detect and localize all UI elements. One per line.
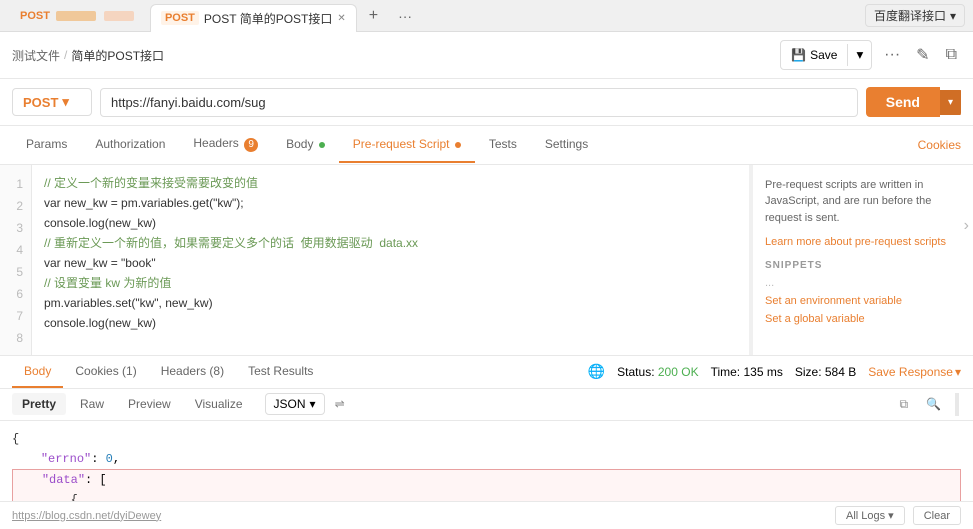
send-dropdown-button[interactable]: ▾ <box>940 90 961 115</box>
format-raw[interactable]: Raw <box>70 393 114 415</box>
method-selector[interactable]: POST ▾ <box>12 88 92 116</box>
tab-title-placeholder <box>56 11 96 21</box>
close-tab-icon[interactable]: ✕ <box>337 13 345 24</box>
cookies-link[interactable]: Cookies <box>918 138 961 152</box>
time-value: 135 ms <box>743 365 782 379</box>
all-logs-button[interactable]: All Logs ▾ <box>835 506 905 525</box>
body-dot <box>319 142 325 148</box>
response-tab-cookies[interactable]: Cookies (1) <box>63 356 148 388</box>
save-button-group: 💾 Save ▾ <box>780 40 872 70</box>
code-line-8: console.log(new_kw) <box>44 313 737 333</box>
response-tab-body[interactable]: Body <box>12 356 63 388</box>
learn-more-link[interactable]: Learn more about pre-request scripts <box>765 236 961 248</box>
new-tab-button[interactable]: + <box>361 7 386 25</box>
code-line-6: // 设置变量 kw 为新的值 <box>44 273 737 293</box>
json-line-2: "errno": 0, <box>12 449 961 469</box>
tab-params[interactable]: Params <box>12 127 81 163</box>
status-label: Status: 200 OK <box>617 365 698 379</box>
snippet-set-global[interactable]: Set a global variable <box>765 313 961 325</box>
size-label: Size: 584 B <box>795 365 856 379</box>
status-value: 200 OK <box>658 365 699 379</box>
save-button[interactable]: 💾 Save <box>781 44 848 66</box>
snippets-overflow-text: ... <box>765 277 961 289</box>
tab-headers[interactable]: Headers 9 <box>179 126 272 164</box>
breadcrumb-separator: / <box>64 48 67 62</box>
json-line-1: { <box>12 429 961 449</box>
response-tab-headers[interactable]: Headers (8) <box>149 356 236 388</box>
url-input[interactable] <box>100 88 858 117</box>
browser-tab-inactive[interactable]: POST <box>8 2 146 30</box>
env-selector[interactable]: 百度翻译接口 ▾ <box>865 4 965 27</box>
tab-title-placeholder2 <box>104 11 134 21</box>
format-pretty[interactable]: Pretty <box>12 393 66 415</box>
globe-icon: 🌐 <box>588 363 605 380</box>
code-line-4: // 重新定义一个新的值，如果需要定义多个的话 使用数据驱动 data.xx <box>44 233 737 253</box>
more-tabs-button[interactable]: ··· <box>390 8 420 24</box>
code-line-3: console.log(new_kw) <box>44 213 737 233</box>
active-tab-method: POST <box>161 11 199 25</box>
breadcrumb: 测试文件 / 简单的POST接口 <box>12 47 164 64</box>
headers-badge: 9 <box>244 138 258 152</box>
method-chevron: ▾ <box>62 94 69 110</box>
side-panel-chevron: › <box>964 217 969 235</box>
save-response-button[interactable]: Save Response ▾ <box>868 365 961 379</box>
env-label: 百度翻译接口 <box>874 7 946 24</box>
time-label: Time: 135 ms <box>711 365 783 379</box>
size-value: 584 B <box>825 365 856 379</box>
json-line-3: "data": [ <box>12 469 961 490</box>
tab-tests[interactable]: Tests <box>475 127 531 163</box>
tab-method-badge: POST <box>20 10 50 22</box>
tab-prerequest[interactable]: Pre-request Script <box>339 127 475 163</box>
code-line-7: pm.variables.set("kw", new_kw) <box>44 293 737 313</box>
active-tab-title: POST 简单的POST接口 <box>204 10 332 27</box>
send-button[interactable]: Send <box>866 87 940 117</box>
send-button-group: Send ▾ <box>866 87 961 117</box>
breadcrumb-root: 测试文件 <box>12 47 60 64</box>
response-tab-test-results[interactable]: Test Results <box>236 356 325 388</box>
copy-response-icon[interactable]: ⧉ <box>893 393 914 416</box>
tab-authorization[interactable]: Authorization <box>81 127 179 163</box>
tab-settings[interactable]: Settings <box>531 127 602 163</box>
code-line-5: var new_kw = "book" <box>44 253 737 273</box>
edit-icon[interactable]: ✎ <box>912 41 933 69</box>
resize-handle-horiz[interactable] <box>955 393 959 416</box>
breadcrumb-current: 简单的POST接口 <box>71 47 164 64</box>
code-line-9 <box>44 333 737 353</box>
line-numbers: 1 2 3 4 5 6 7 8 9 <box>0 165 32 355</box>
browser-tab-active[interactable]: POST POST 简单的POST接口 ✕ <box>150 4 357 32</box>
prerequest-dot <box>455 142 461 148</box>
side-panel-description: Pre-request scripts are written in JavaS… <box>765 177 961 227</box>
json-format-selector[interactable]: JSON ▾ <box>265 393 325 415</box>
method-label: POST <box>23 95 58 110</box>
code-line-1: // 定义一个新的变量来接受需要改变的值 <box>44 173 737 193</box>
copy-icon[interactable]: ⧉ <box>942 42 961 68</box>
bottom-link[interactable]: https://blog.csdn.net/dyiDewey <box>12 510 161 522</box>
more-options-button[interactable]: ··· <box>880 42 904 68</box>
save-label: Save <box>810 48 837 62</box>
clear-button[interactable]: Clear <box>913 506 961 525</box>
response-format-row: Pretty Raw Preview Visualize JSON ▾ ⇌ ⧉ … <box>0 389 973 421</box>
side-panel: Pre-request scripts are written in JavaS… <box>753 165 973 355</box>
snippets-title: SNIPPETS <box>765 260 961 271</box>
code-editor[interactable]: // 定义一个新的变量来接受需要改变的值 var new_kw = pm.var… <box>32 165 749 355</box>
snippet-set-env[interactable]: Set an environment variable <box>765 295 961 307</box>
bottom-bar: https://blog.csdn.net/dyiDewey All Logs … <box>0 501 973 529</box>
format-toggle-icon[interactable]: ⇌ <box>329 393 351 415</box>
tab-body[interactable]: Body <box>272 127 339 163</box>
save-dropdown-button[interactable]: ▾ <box>848 41 871 69</box>
format-visualize[interactable]: Visualize <box>185 393 253 415</box>
env-chevron: ▾ <box>950 9 956 23</box>
code-line-2: var new_kw = pm.variables.get("kw"); <box>44 193 737 213</box>
search-response-icon[interactable]: 🔍 <box>920 393 947 416</box>
response-tabs-row: Body Cookies (1) Headers (8) Test Result… <box>0 356 973 389</box>
save-icon: 💾 <box>791 48 806 62</box>
format-preview[interactable]: Preview <box>118 393 181 415</box>
